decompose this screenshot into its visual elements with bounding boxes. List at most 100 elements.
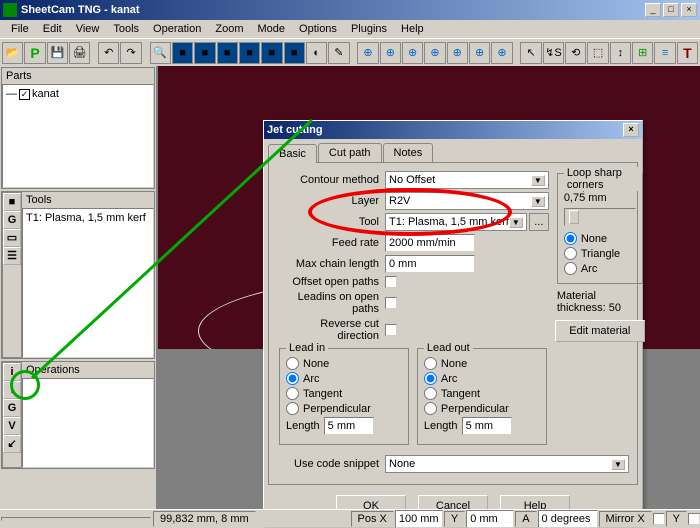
chevron-down-icon[interactable]: ▼ bbox=[611, 459, 625, 470]
contour-combo[interactable]: No Offset▼ bbox=[385, 171, 549, 189]
app-icon bbox=[3, 3, 17, 17]
op-btn-1[interactable]: ⊕ bbox=[357, 42, 378, 64]
op-btn-6[interactable]: ⊕ bbox=[469, 42, 490, 64]
menu-edit[interactable]: Edit bbox=[36, 21, 69, 37]
menu-tools[interactable]: Tools bbox=[106, 21, 146, 37]
tools-vbtn-1[interactable]: ■ bbox=[3, 193, 21, 211]
chevron-down-icon[interactable]: ▼ bbox=[509, 217, 523, 228]
cursor-snap-icon[interactable]: ↯S bbox=[543, 42, 564, 64]
snippet-combo[interactable]: None▼ bbox=[385, 455, 629, 473]
cursor-move-icon[interactable]: ↕ bbox=[610, 42, 631, 64]
status-ang-input[interactable] bbox=[538, 510, 598, 528]
ops-vbtn-2[interactable]: i bbox=[3, 381, 21, 399]
ops-vbtn-v[interactable]: V bbox=[3, 417, 21, 435]
status-posy-input[interactable] bbox=[466, 510, 514, 528]
status-posx-input[interactable] bbox=[395, 510, 443, 528]
status-miry-check[interactable] bbox=[688, 513, 700, 525]
loop-none[interactable]: None bbox=[564, 232, 636, 245]
menu-options[interactable]: Options bbox=[292, 21, 344, 37]
tool-btn-3[interactable]: ■ bbox=[217, 42, 238, 64]
chevron-down-icon[interactable]: ▼ bbox=[531, 175, 545, 186]
reversecut-checkbox[interactable] bbox=[385, 324, 397, 336]
part-checkbox[interactable]: ✓ bbox=[19, 89, 30, 100]
op-btn-4[interactable]: ⊕ bbox=[424, 42, 445, 64]
menu-zoom[interactable]: Zoom bbox=[208, 21, 250, 37]
leadin-length-label: Length bbox=[286, 420, 320, 432]
leadout-perp[interactable]: Perpendicular bbox=[424, 402, 540, 415]
leadin-tangent[interactable]: Tangent bbox=[286, 387, 402, 400]
cursor-grid-icon[interactable]: ⊞ bbox=[632, 42, 653, 64]
tool-redo-icon[interactable]: ↷ bbox=[120, 42, 141, 64]
tab-basic[interactable]: Basic bbox=[268, 144, 317, 163]
tools-vbtn-g[interactable]: G bbox=[3, 211, 21, 229]
cursor-select-icon[interactable]: ⬚ bbox=[587, 42, 608, 64]
tool-item[interactable]: T1: Plasma, 1,5 mm kerf bbox=[25, 211, 151, 225]
tool-btn-6[interactable]: ■ bbox=[284, 42, 305, 64]
cursor-rotate-icon[interactable]: ⟲ bbox=[565, 42, 586, 64]
tool-post-icon[interactable]: P bbox=[24, 42, 45, 64]
text-tool-icon[interactable]: T bbox=[677, 42, 698, 64]
op-btn-3[interactable]: ⊕ bbox=[402, 42, 423, 64]
leadout-length-input[interactable] bbox=[462, 417, 512, 435]
leadin-length-input[interactable] bbox=[324, 417, 374, 435]
loop-arc[interactable]: Arc bbox=[564, 262, 636, 275]
tool-combo[interactable]: T1: Plasma, 1,5 mm kerf▼ bbox=[385, 213, 527, 231]
tab-notes[interactable]: Notes bbox=[383, 143, 434, 162]
feedrate-input[interactable] bbox=[385, 234, 475, 252]
maximize-button[interactable]: □ bbox=[663, 3, 679, 17]
ops-vbtn-3[interactable]: ↙ bbox=[3, 435, 21, 453]
tool-open-icon[interactable]: 📂 bbox=[2, 42, 23, 64]
tool-btn-2[interactable]: ■ bbox=[194, 42, 215, 64]
tools-vbtn-3[interactable]: ☰ bbox=[3, 247, 21, 265]
close-button[interactable]: × bbox=[681, 3, 697, 17]
tool-zoom-icon[interactable]: 🔍 bbox=[150, 42, 171, 64]
tool-print-icon[interactable]: 🖨 bbox=[69, 42, 90, 64]
offsetopen-checkbox[interactable] bbox=[385, 276, 397, 288]
tool-btn-4[interactable]: ■ bbox=[239, 42, 260, 64]
op-btn-2[interactable]: ⊕ bbox=[380, 42, 401, 64]
menu-plugins[interactable]: Plugins bbox=[344, 21, 394, 37]
tool-browse-button[interactable]: ... bbox=[529, 213, 549, 231]
minimize-button[interactable]: _ bbox=[645, 3, 661, 17]
leadin-none[interactable]: None bbox=[286, 357, 402, 370]
op-btn-5[interactable]: ⊕ bbox=[447, 42, 468, 64]
leadin-arc[interactable]: Arc bbox=[286, 372, 402, 385]
layer-combo[interactable]: R2V▼ bbox=[385, 192, 549, 210]
tool-btn-5[interactable]: ■ bbox=[261, 42, 282, 64]
menu-view[interactable]: View bbox=[69, 21, 107, 37]
menu-mode[interactable]: Mode bbox=[250, 21, 292, 37]
dialog-titlebar[interactable]: Jet cutting × bbox=[264, 121, 642, 139]
op-btn-7[interactable]: ⊕ bbox=[491, 42, 512, 64]
edit-material-button[interactable]: Edit material bbox=[555, 320, 645, 342]
menu-operation[interactable]: Operation bbox=[146, 21, 208, 37]
tools-vbtn-2[interactable]: ▭ bbox=[3, 229, 21, 247]
chevron-down-icon[interactable]: ▼ bbox=[531, 196, 545, 207]
ops-vbtn-g[interactable]: G bbox=[3, 399, 21, 417]
tool-btn-1[interactable]: ■ bbox=[172, 42, 193, 64]
loop-slider[interactable] bbox=[564, 208, 636, 226]
cursor-arrow-icon[interactable]: ↖ bbox=[520, 42, 541, 64]
tool-btn-8[interactable]: ✎ bbox=[328, 42, 349, 64]
ops-vbtn-1[interactable]: i bbox=[3, 363, 21, 381]
tab-cutpath[interactable]: Cut path bbox=[318, 143, 382, 162]
tool-btn-7[interactable]: ◐ bbox=[306, 42, 327, 64]
menu-help[interactable]: Help bbox=[394, 21, 431, 37]
cursor-misc-icon[interactable]: ≡ bbox=[654, 42, 675, 64]
menu-file[interactable]: File bbox=[4, 21, 36, 37]
leadout-arc[interactable]: Arc bbox=[424, 372, 540, 385]
loop-triangle[interactable]: Triangle bbox=[564, 247, 636, 260]
tool-save-icon[interactable]: 💾 bbox=[47, 42, 68, 64]
expand-icon[interactable]: — bbox=[6, 88, 17, 100]
leadout-tangent[interactable]: Tangent bbox=[424, 387, 540, 400]
reversecut-label: Reverse cut direction bbox=[277, 318, 385, 342]
maxchain-input[interactable] bbox=[385, 255, 475, 273]
status-mirx-check[interactable] bbox=[653, 513, 665, 525]
parts-item[interactable]: — ✓ kanat bbox=[5, 87, 151, 101]
tool-undo-icon[interactable]: ↶ bbox=[98, 42, 119, 64]
leadin-perp[interactable]: Perpendicular bbox=[286, 402, 402, 415]
leadins-checkbox[interactable] bbox=[385, 297, 397, 309]
leadout-none[interactable]: None bbox=[424, 357, 540, 370]
dialog-close-button[interactable]: × bbox=[623, 123, 639, 137]
status-ang-label: A bbox=[515, 511, 536, 527]
dialog-title: Jet cutting bbox=[267, 124, 621, 136]
